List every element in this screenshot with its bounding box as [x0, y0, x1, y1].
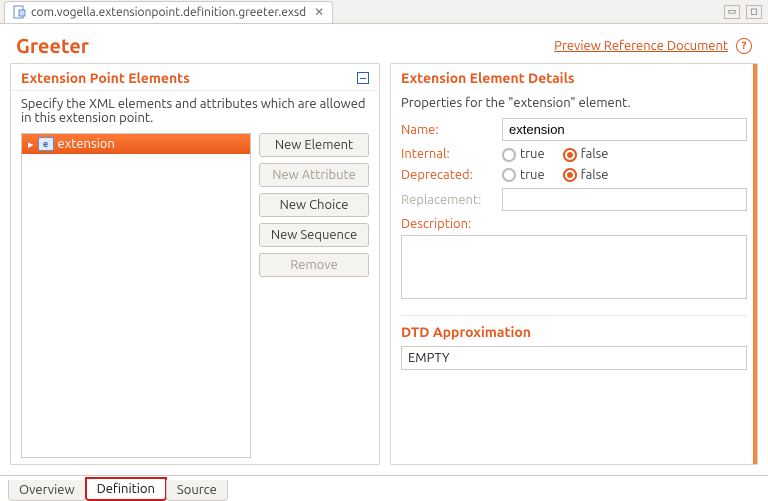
chevron-right-icon: ▸ [28, 138, 34, 151]
deprecated-false-radio[interactable]: false [563, 168, 609, 183]
deprecated-true-radio[interactable]: true [502, 168, 545, 183]
remove-button: Remove [259, 253, 369, 277]
deprecated-label: Deprecated: [401, 168, 496, 182]
extension-point-elements-panel: Extension Point Elements Specify the XML… [10, 63, 380, 465]
left-panel-desc: Specify the XML elements and attributes … [21, 97, 369, 125]
editor-tabbar: com.vogella.extensionpoint.definition.gr… [0, 0, 768, 24]
tree-buttons: New Element New Attribute New Choice New… [259, 133, 369, 458]
new-element-button[interactable]: New Element [259, 133, 369, 157]
page-title: Greeter [16, 34, 89, 57]
right-panel-title: Extension Element Details [401, 70, 574, 86]
elements-tree[interactable]: ▸ e extension [21, 133, 251, 458]
tab-source[interactable]: Source [166, 480, 228, 501]
tab-definition[interactable]: Definition [85, 477, 167, 501]
internal-label: Internal: [401, 147, 496, 161]
tree-item-extension[interactable]: ▸ e extension [22, 134, 250, 154]
tree-item-label: extension [58, 137, 115, 151]
new-sequence-button[interactable]: New Sequence [259, 223, 369, 247]
name-field[interactable] [502, 118, 747, 141]
description-textarea[interactable] [401, 235, 747, 299]
element-icon: e [38, 137, 54, 151]
schema-file-icon [13, 5, 27, 19]
new-choice-button[interactable]: New Choice [259, 193, 369, 217]
editor-body: Greeter Preview Reference Document ? Ext… [0, 24, 768, 501]
tab-overview[interactable]: Overview [8, 480, 86, 501]
internal-false-radio[interactable]: false [563, 147, 609, 162]
description-label: Description: [401, 217, 747, 231]
replacement-field[interactable] [502, 188, 747, 211]
new-attribute-button: New Attribute [259, 163, 369, 187]
accent-bar [753, 64, 757, 464]
editor-tab-label: com.vogella.extensionpoint.definition.gr… [31, 6, 306, 19]
close-icon[interactable]: ✕ [314, 5, 324, 19]
editor-tab-active[interactable]: com.vogella.extensionpoint.definition.gr… [4, 1, 333, 23]
name-label: Name: [401, 123, 496, 137]
right-panel-subtitle: Properties for the "extension" element. [401, 96, 747, 110]
left-panel-title: Extension Point Elements [21, 70, 190, 86]
minimize-button[interactable]: ▭ [724, 5, 740, 19]
collapse-icon[interactable] [357, 72, 369, 84]
extension-element-details-panel: Extension Element Details Properties for… [390, 63, 758, 465]
help-icon[interactable]: ? [736, 38, 752, 54]
preview-reference-link[interactable]: Preview Reference Document [554, 39, 728, 53]
dtd-box: EMPTY [401, 346, 747, 370]
page-header: Greeter Preview Reference Document ? [0, 24, 768, 63]
bottom-tabbar: Overview Definition Source [0, 475, 768, 501]
replacement-label: Replacement: [401, 193, 496, 207]
maximize-button[interactable]: ◻ [746, 5, 762, 19]
dtd-section-title: DTD Approximation [401, 315, 747, 340]
internal-true-radio[interactable]: true [502, 147, 545, 162]
